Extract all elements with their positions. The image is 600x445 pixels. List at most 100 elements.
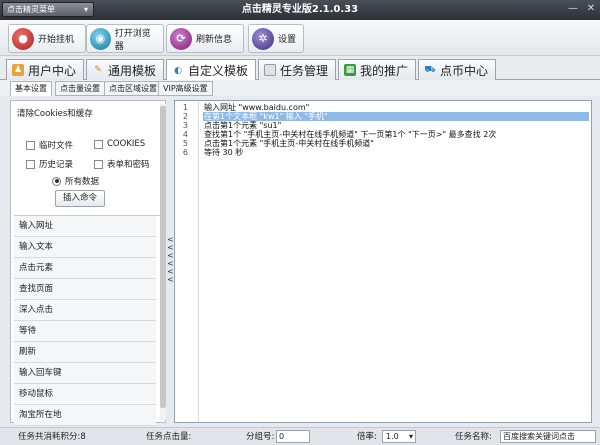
open-browser-button[interactable]: ◉ 打开浏览器 [86,24,164,53]
script-line[interactable]: 查找第1个 "手机主页-中关村在线手机频道" 下一页第1个 "下一页>" 最多查… [203,130,589,139]
refresh-icon: ⟳ [170,27,192,50]
command-item[interactable]: 淘宝所在地 [14,405,156,426]
script-line[interactable]: 等待 30 秒 [203,148,589,157]
wand-icon: ✎ [94,65,102,75]
tab-label: 自定义模板 [188,64,249,78]
line-number: 1 [182,103,188,112]
group-title: 清除Cookies和缓存 [17,109,93,119]
temp-files-checkbox[interactable]: 临时文件 [26,139,73,151]
start-button-label: 开始挂机 [38,35,75,45]
refresh-info-button[interactable]: ⟳ 刷新信息 [166,24,244,53]
tab-coin-center[interactable]: ⛟ 点币中心 [418,59,496,80]
subtab-click-area[interactable]: 点击区域设置 [104,81,162,96]
subtab-clicks[interactable]: 点击量设置 [55,81,105,96]
subtab-vip[interactable]: VIP高级设置 [158,81,213,96]
tab-label: 点币中心 [440,63,489,78]
robot-icon: ● [12,27,34,50]
custom-icon: ◐ [174,65,182,76]
line-number: 3 [182,121,188,130]
task-name-field[interactable]: 百度搜索关键词点击 [500,430,596,443]
tab-label: 用户中心 [28,63,77,78]
settings-button[interactable]: ✲ 设置 [248,24,304,53]
insert-command-button[interactable]: 插入命令 [55,190,105,207]
history-checkbox[interactable]: 历史记录 [26,158,73,170]
command-item[interactable]: 查找页面 [14,279,156,300]
task-clicks-label: 任务点击量: [146,432,192,442]
line-number-gutter: 1 2 3 4 5 6 [175,101,199,422]
refresh-info-button-label: 刷新信息 [196,35,233,45]
tab-label: 我的推广 [360,63,409,78]
title-bar: 点击精灵菜单 ▾ 点击精灵专业版2.1.0.33 — ✕ [0,0,600,20]
forms-passwords-checkbox[interactable]: 表单和密码 [94,158,150,170]
command-list: 输入网址 输入文本 点击元素 查找页面 深入点击 等待 刷新 输入回车键 移动鼠… [14,216,156,426]
sub-tabs: 基本设置 点击量设置 点击区域设置 VIP高级设置 [0,80,600,96]
line-number: 2 [182,112,188,121]
all-data-radio[interactable]: 所有数据 [52,175,99,187]
command-item[interactable]: 点击元素 [14,258,156,279]
script-line[interactable]: 点击第1个元素 "su1" [203,121,589,130]
gear-icon: ✲ [252,27,274,50]
command-item[interactable]: 刷新 [14,342,156,363]
script-lines[interactable]: 输入网址 "www.baidu.com" 在第1个文本框 "kw1" 输入 "手… [203,103,589,157]
status-bar: 任务共消耗积分:8 任务点击量: 分组号: 0 倍率: 1.0 ▾ 任务名称: … [0,427,600,445]
tab-label: 通用模板 [108,63,157,78]
group-number-label: 分组号: [246,432,275,442]
globe-icon: ◉ [90,27,111,50]
script-line-selected[interactable]: 在第1个文本框 "kw1" 输入 "手机" [203,112,589,121]
window-title: 点击精灵专业版2.1.0.33 [241,4,359,15]
command-item[interactable]: 输入文本 [14,237,156,258]
tab-user-center[interactable]: ♟ 用户中心 [6,59,84,80]
task-icon [264,64,276,76]
main-tabs: ♟ 用户中心 ✎ 通用模板 ◐ 自定义模板 任务管理 ▦ 我的推广 ⛟ 点币中心 [0,56,600,81]
task-name-label: 任务名称: [455,432,492,442]
cart-icon: ⛟ [424,65,436,75]
line-number: 5 [182,139,188,148]
group-number-field[interactable]: 0 [276,430,310,443]
checkbox-box[interactable] [94,159,103,169]
radio-label: 所有数据 [65,177,100,187]
rate-select[interactable]: 1.0 ▾ [382,430,416,443]
script-line[interactable]: 输入网址 "www.baidu.com" [203,103,589,112]
rate-value: 1.0 [386,432,399,441]
tab-task-management[interactable]: 任务管理 [258,59,336,80]
command-item[interactable]: 移动鼠标 [14,384,156,405]
command-panel: 清除Cookies和缓存 临时文件 COOKIES 历史记录 表单和密码 所有数… [10,100,166,426]
command-item[interactable]: 输入网址 [14,216,156,237]
command-item[interactable]: 深入点击 [14,300,156,321]
rate-label: 倍率: [357,432,377,442]
tab-general-template[interactable]: ✎ 通用模板 [86,59,164,80]
checkbox-box[interactable] [26,159,35,169]
chevron-down-icon: ▾ [408,432,413,441]
checkbox-label: COOKIES [107,139,146,149]
script-editor[interactable]: 1 2 3 4 5 6 输入网址 "www.baidu.com" 在第1个文本框… [174,100,592,423]
scrollbar-thumb[interactable] [160,106,166,408]
close-button[interactable]: ✕ [584,3,598,16]
clear-cache-group: 清除Cookies和缓存 临时文件 COOKIES 历史记录 表单和密码 所有数… [14,104,160,216]
user-icon: ♟ [12,64,24,76]
cookies-checkbox[interactable]: COOKIES [94,139,145,149]
points-consumed: 任务共消耗积分:8 [18,432,86,442]
command-item[interactable]: 等待 [14,321,156,342]
radio-dot[interactable] [52,176,61,186]
checkbox-label: 历史记录 [39,160,74,170]
subtab-basic[interactable]: 基本设置 [10,81,52,96]
open-browser-button-label: 打开浏览器 [114,28,151,52]
minimize-button[interactable]: — [566,3,580,16]
command-item[interactable]: 输入回车键 [14,363,156,384]
settings-button-label: 设置 [278,35,297,45]
line-number: 6 [182,148,188,157]
script-line[interactable]: 点击第1个元素 "手机主页-中关村在线手机频道" [203,139,589,148]
collapse-arrows[interactable]: < < < < < < [167,236,174,284]
checkbox-box[interactable] [26,140,35,150]
checkbox-label: 表单和密码 [107,160,150,170]
tab-label: 任务管理 [280,63,329,78]
content-area: 清除Cookies和缓存 临时文件 COOKIES 历史记录 表单和密码 所有数… [0,96,600,427]
toolbar: ● 开始挂机 ◉ 打开浏览器 ⟳ 刷新信息 ✲ 设置 [0,20,600,56]
start-button[interactable]: ● 开始挂机 [8,24,86,53]
line-number: 4 [182,130,188,139]
tab-custom-template[interactable]: ◐ 自定义模板 [166,59,256,81]
command-scrollbar[interactable] [160,104,166,420]
checkbox-box[interactable] [94,139,103,149]
checkbox-label: 临时文件 [39,141,74,151]
tab-my-promotion[interactable]: ▦ 我的推广 [338,59,416,80]
